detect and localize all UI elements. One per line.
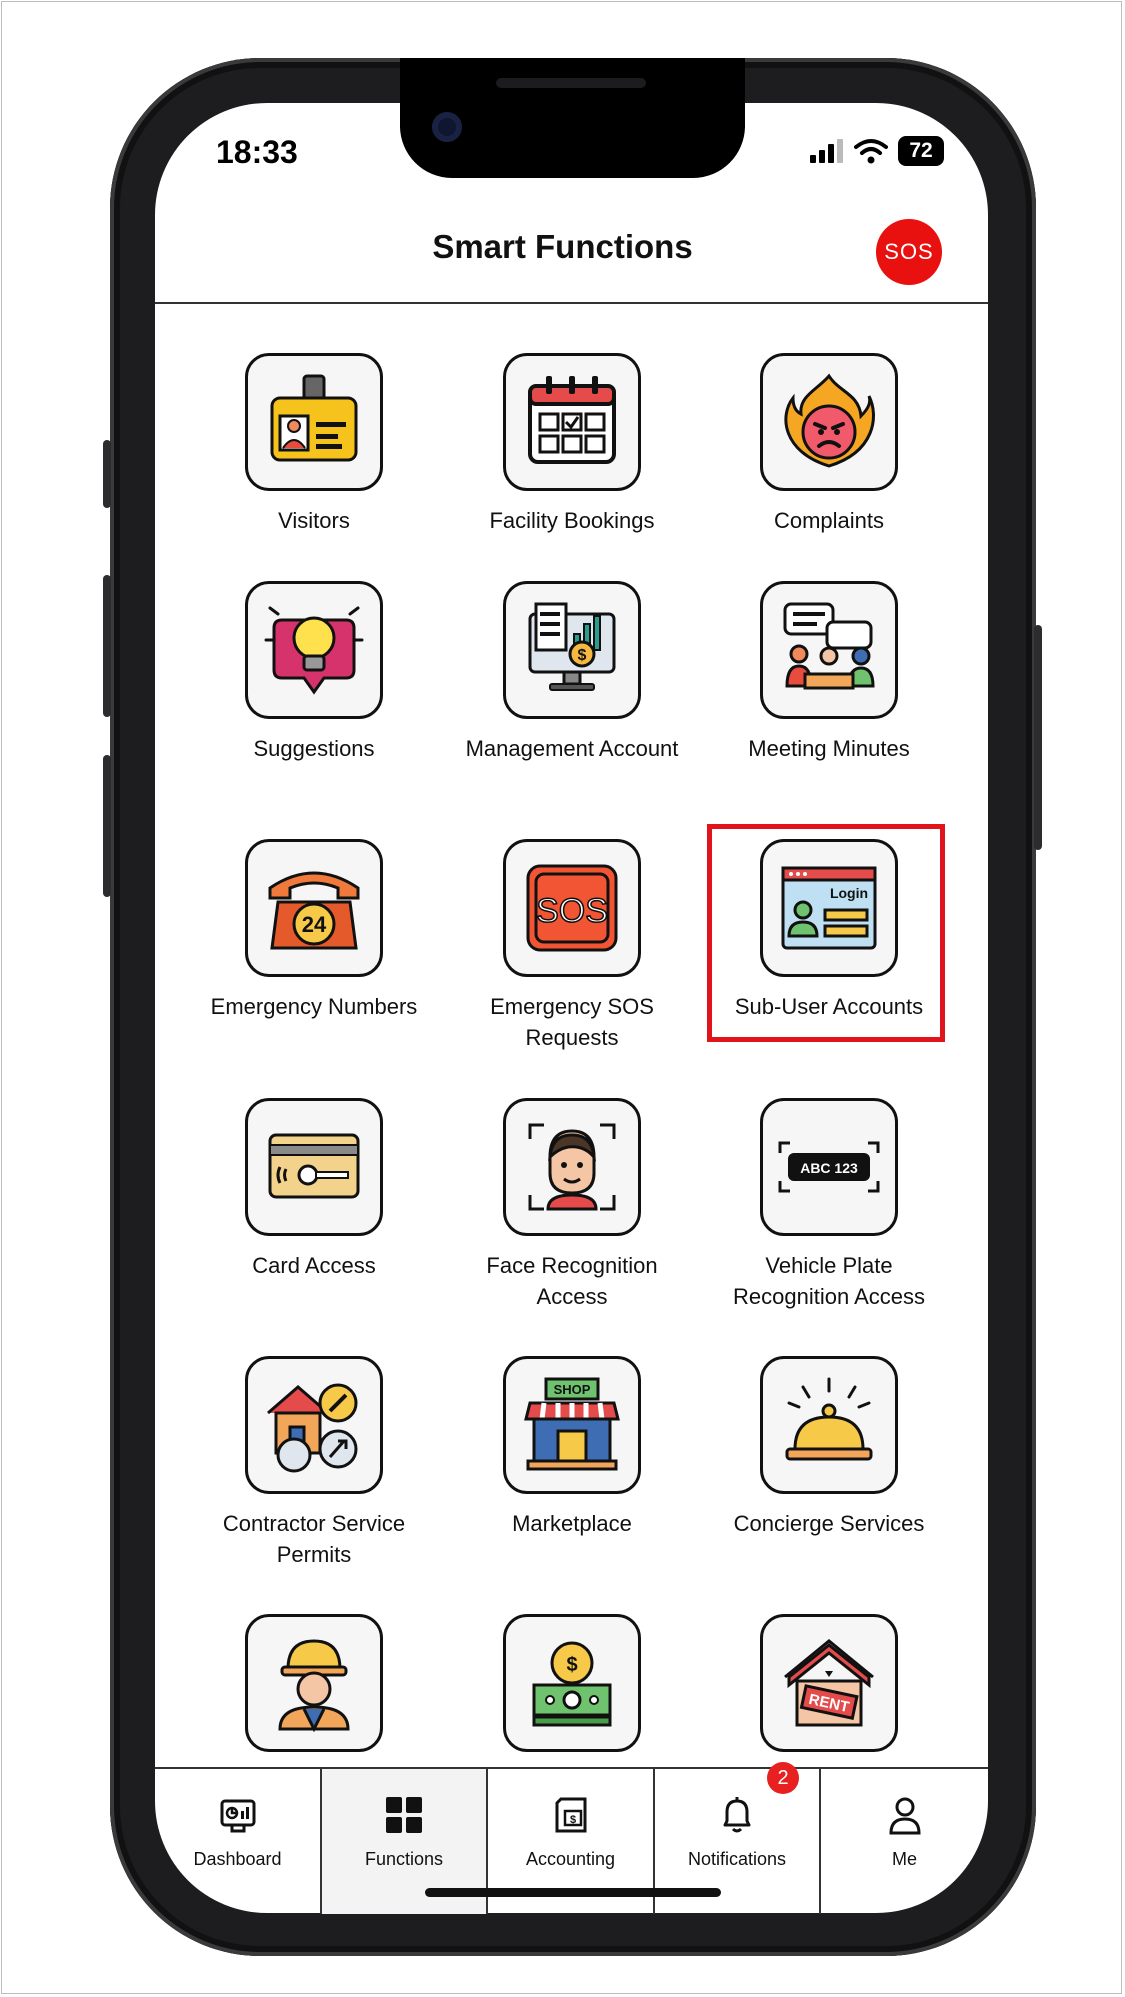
finance-monitor-icon: $	[528, 602, 616, 691]
function-meeting-minutes[interactable]: Meeting Minutes	[714, 581, 944, 764]
volume-down-button	[103, 755, 111, 897]
power-button	[1034, 625, 1042, 850]
invoice-icon: $	[555, 1797, 586, 1833]
tab-label: Functions	[364, 1849, 444, 1869]
angry-face-fire-icon	[784, 373, 875, 468]
function-card-access[interactable]: Card Access	[199, 1098, 429, 1281]
function-label: Management Account	[465, 736, 679, 761]
plate-text: ABC 123	[800, 1160, 858, 1176]
home-indicator[interactable]	[425, 1888, 721, 1897]
function-label: Marketplace	[512, 1511, 632, 1536]
function-worker[interactable]	[199, 1614, 429, 1766]
tab-label: Accounting	[525, 1849, 616, 1869]
function-emergency-numbers[interactable]: 24 Emergency Numbers	[199, 839, 429, 1022]
function-suggestions[interactable]: Suggestions	[199, 581, 429, 764]
function-label: Suggestions	[253, 736, 375, 761]
license-plate-icon: ABC 123	[778, 1141, 880, 1193]
function-visitors[interactable]: Visitors	[199, 353, 429, 536]
mute-switch	[103, 440, 111, 508]
function-vehicle-plate-recognition-access[interactable]: ABC 123 Vehicle Plate Recognition Access	[714, 1098, 944, 1312]
grid-icon	[386, 1797, 422, 1833]
function-concierge-services[interactable]: Concierge Services	[714, 1356, 944, 1539]
function-label: Visitors	[278, 508, 350, 533]
function-label: Facility Bookings	[489, 508, 655, 533]
function-label: Complaints	[773, 508, 885, 533]
function-rent[interactable]: RENT	[714, 1614, 944, 1766]
tab-me[interactable]: Me	[821, 1769, 988, 1914]
function-label: Concierge Services	[733, 1511, 925, 1536]
wifi-icon	[854, 139, 888, 164]
dashboard-icon	[220, 1799, 255, 1833]
function-label: Face Recognition Access	[486, 1253, 658, 1309]
calendar-icon	[528, 376, 616, 464]
function-facility-bookings[interactable]: Facility Bookings	[457, 353, 687, 536]
function-face-recognition-access[interactable]: Face Recognition Access	[457, 1098, 687, 1312]
bell-icon	[723, 1797, 751, 1833]
rent-house-icon: RENT	[784, 1639, 874, 1727]
emergency-phone-icon: 24	[268, 871, 360, 950]
tab-label: Notifications	[687, 1849, 787, 1869]
signal-icon	[810, 139, 843, 163]
emergency-24-text: 24	[302, 912, 327, 937]
shop-text: SHOP	[554, 1382, 591, 1397]
face-scan-icon	[528, 1123, 616, 1211]
battery-indicator: 72	[898, 136, 944, 166]
function-label: Card Access	[252, 1253, 376, 1278]
visitor-badge-icon	[270, 374, 358, 462]
lightbulb-icon	[264, 606, 364, 695]
notification-badge: 2	[767, 1762, 799, 1794]
money-gear-icon: $	[532, 1641, 612, 1727]
function-contractor-service-permits[interactable]: Contractor Service Permits	[199, 1356, 429, 1570]
worker-icon	[278, 1639, 350, 1733]
page-title: Smart Functions	[432, 228, 693, 265]
tab-dashboard[interactable]: Dashboard	[155, 1769, 322, 1914]
volume-up-button	[103, 575, 111, 717]
function-emergency-sos-requests[interactable]: SOS Emergency SOS Requests	[457, 839, 687, 1053]
key-card-icon	[268, 1133, 360, 1199]
house-tools-icon	[267, 1383, 358, 1473]
speaker	[496, 78, 646, 88]
svg-text:$: $	[578, 647, 587, 664]
sos-icon: SOS	[526, 864, 618, 952]
svg-text:$: $	[569, 1814, 575, 1826]
sos-button[interactable]: SOS	[876, 219, 942, 285]
service-bell-icon	[785, 1377, 873, 1461]
front-camera	[432, 112, 462, 142]
function-label: Emergency Numbers	[210, 994, 418, 1019]
function-management-account[interactable]: $ Management Account	[457, 581, 687, 764]
svg-text:$: $	[566, 1654, 577, 1676]
status-icons: 72	[810, 136, 944, 166]
function-label: Vehicle Plate Recognition Access	[733, 1253, 925, 1309]
tab-label: Me	[891, 1849, 917, 1869]
highlight-box	[707, 824, 945, 1042]
meeting-icon	[783, 602, 875, 690]
function-complaints[interactable]: Complaints	[714, 353, 944, 536]
function-label: Meeting Minutes	[748, 736, 910, 761]
tab-label: Dashboard	[193, 1849, 282, 1869]
function-finance[interactable]: $	[457, 1614, 687, 1766]
status-time: 18:33	[216, 134, 298, 170]
function-label: Emergency SOS Requests	[490, 994, 654, 1050]
function-marketplace[interactable]: SHOP Marketplace	[457, 1356, 687, 1539]
function-label: Contractor Service Permits	[222, 1511, 406, 1567]
sos-text: SOS	[536, 892, 608, 930]
header-divider	[155, 302, 988, 304]
shop-icon: SHOP	[524, 1377, 620, 1471]
user-icon	[888, 1797, 921, 1835]
